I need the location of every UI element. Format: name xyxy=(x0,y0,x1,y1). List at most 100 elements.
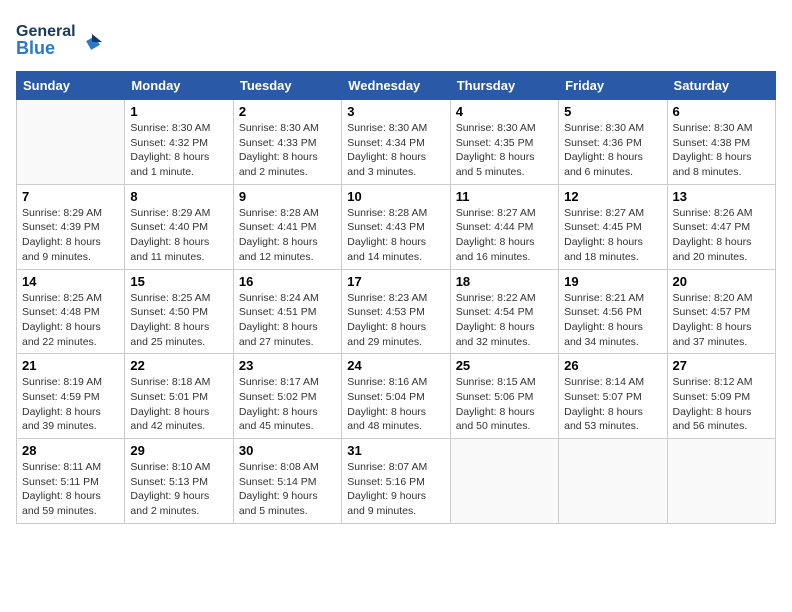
day-info: Sunrise: 8:30 AM Sunset: 4:33 PM Dayligh… xyxy=(239,121,336,180)
day-number: 17 xyxy=(347,274,444,289)
calendar-cell xyxy=(450,439,558,524)
weekday-header-tuesday: Tuesday xyxy=(233,72,341,100)
calendar-cell: 18 Sunrise: 8:22 AM Sunset: 4:54 PM Dayli… xyxy=(450,269,558,354)
day-info: Sunrise: 8:15 AM Sunset: 5:06 PM Dayligh… xyxy=(456,375,553,434)
calendar-cell xyxy=(559,439,667,524)
day-info: Sunrise: 8:23 AM Sunset: 4:53 PM Dayligh… xyxy=(347,291,444,350)
day-number: 27 xyxy=(673,358,770,373)
calendar-cell xyxy=(667,439,775,524)
weekday-header-monday: Monday xyxy=(125,72,233,100)
day-info: Sunrise: 8:16 AM Sunset: 5:04 PM Dayligh… xyxy=(347,375,444,434)
calendar-cell: 29Sunrise: 8:10 AM Sunset: 5:13 PM Dayli… xyxy=(125,439,233,524)
day-info: Sunrise: 8:28 AM Sunset: 4:43 PM Dayligh… xyxy=(347,206,444,265)
day-info: Sunrise: 8:26 AM Sunset: 4:47 PM Dayligh… xyxy=(673,206,770,265)
day-number: 2 xyxy=(239,104,336,119)
calendar-cell: 7 Sunrise: 8:29 AM Sunset: 4:39 PM Daylig… xyxy=(17,184,125,269)
day-number: 10 xyxy=(347,189,444,204)
calendar-cell: 31 Sunrise: 8:07 AM Sunset: 5:16 PM Dayli… xyxy=(342,439,450,524)
day-number: 15 xyxy=(130,274,227,289)
day-info: Sunrise: 8:30 AM Sunset: 4:34 PM Dayligh… xyxy=(347,121,444,180)
day-number: 6 xyxy=(673,104,770,119)
day-number: 30 xyxy=(239,443,336,458)
calendar-week-row: 21 Sunrise: 8:19 AM Sunset: 4:59 PM Dayli… xyxy=(17,354,776,439)
day-info: Sunrise: 8:19 AM Sunset: 4:59 PM Dayligh… xyxy=(22,375,119,434)
calendar-week-row: 14 Sunrise: 8:25 AM Sunset: 4:48 PM Dayli… xyxy=(17,269,776,354)
weekday-header-friday: Friday xyxy=(559,72,667,100)
day-number: 14 xyxy=(22,274,119,289)
day-info: Sunrise: 8:07 AM Sunset: 5:16 PM Dayligh… xyxy=(347,460,444,519)
day-info: Sunrise: 8:18 AM Sunset: 5:01 PM Dayligh… xyxy=(130,375,227,434)
day-info: Sunrise: 8:17 AM Sunset: 5:02 PM Dayligh… xyxy=(239,375,336,434)
day-number: 7 xyxy=(22,189,119,204)
day-info: Sunrise: 8:29 AM Sunset: 4:39 PM Dayligh… xyxy=(22,206,119,265)
day-info: Sunrise: 8:27 AM Sunset: 4:45 PM Dayligh… xyxy=(564,206,661,265)
day-number: 25 xyxy=(456,358,553,373)
calendar-cell: 9 Sunrise: 8:28 AM Sunset: 4:41 PM Daylig… xyxy=(233,184,341,269)
day-info: Sunrise: 8:27 AM Sunset: 4:44 PM Dayligh… xyxy=(456,206,553,265)
svg-text:Blue: Blue xyxy=(16,38,55,58)
day-number: 31 xyxy=(347,443,444,458)
day-info: Sunrise: 8:22 AM Sunset: 4:54 PM Dayligh… xyxy=(456,291,553,350)
weekday-header-row: SundayMondayTuesdayWednesdayThursdayFrid… xyxy=(17,72,776,100)
page-header: General Blue xyxy=(16,16,776,61)
calendar-cell: 23 Sunrise: 8:17 AM Sunset: 5:02 PM Dayli… xyxy=(233,354,341,439)
calendar-cell: 6 Sunrise: 8:30 AM Sunset: 4:38 PM Daylig… xyxy=(667,100,775,185)
calendar-cell: 21 Sunrise: 8:19 AM Sunset: 4:59 PM Dayli… xyxy=(17,354,125,439)
day-info: Sunrise: 8:21 AM Sunset: 4:56 PM Dayligh… xyxy=(564,291,661,350)
day-info: Sunrise: 8:25 AM Sunset: 4:48 PM Dayligh… xyxy=(22,291,119,350)
calendar-cell: 2 Sunrise: 8:30 AM Sunset: 4:33 PM Daylig… xyxy=(233,100,341,185)
calendar-cell: 10 Sunrise: 8:28 AM Sunset: 4:43 PM Dayli… xyxy=(342,184,450,269)
day-info: Sunrise: 8:29 AM Sunset: 4:40 PM Dayligh… xyxy=(130,206,227,265)
day-number: 22 xyxy=(130,358,227,373)
calendar-cell: 19Sunrise: 8:21 AM Sunset: 4:56 PM Dayli… xyxy=(559,269,667,354)
calendar-cell: 28 Sunrise: 8:11 AM Sunset: 5:11 PM Dayli… xyxy=(17,439,125,524)
weekday-header-thursday: Thursday xyxy=(450,72,558,100)
calendar-week-row: 7 Sunrise: 8:29 AM Sunset: 4:39 PM Daylig… xyxy=(17,184,776,269)
calendar-cell: 8Sunrise: 8:29 AM Sunset: 4:40 PM Daylig… xyxy=(125,184,233,269)
calendar-cell: 11Sunrise: 8:27 AM Sunset: 4:44 PM Dayli… xyxy=(450,184,558,269)
weekday-header-sunday: Sunday xyxy=(17,72,125,100)
day-info: Sunrise: 8:11 AM Sunset: 5:11 PM Dayligh… xyxy=(22,460,119,519)
day-number: 23 xyxy=(239,358,336,373)
calendar-cell: 16Sunrise: 8:24 AM Sunset: 4:51 PM Dayli… xyxy=(233,269,341,354)
day-number: 4 xyxy=(456,104,553,119)
calendar-table: SundayMondayTuesdayWednesdayThursdayFrid… xyxy=(16,71,776,524)
day-info: Sunrise: 8:25 AM Sunset: 4:50 PM Dayligh… xyxy=(130,291,227,350)
day-number: 13 xyxy=(673,189,770,204)
calendar-cell: 22 Sunrise: 8:18 AM Sunset: 5:01 PM Dayli… xyxy=(125,354,233,439)
day-info: Sunrise: 8:14 AM Sunset: 5:07 PM Dayligh… xyxy=(564,375,661,434)
calendar-cell: 26 Sunrise: 8:14 AM Sunset: 5:07 PM Dayli… xyxy=(559,354,667,439)
day-info: Sunrise: 8:30 AM Sunset: 4:36 PM Dayligh… xyxy=(564,121,661,180)
weekday-header-saturday: Saturday xyxy=(667,72,775,100)
day-number: 28 xyxy=(22,443,119,458)
day-info: Sunrise: 8:30 AM Sunset: 4:35 PM Dayligh… xyxy=(456,121,553,180)
weekday-header-wednesday: Wednesday xyxy=(342,72,450,100)
day-info: Sunrise: 8:12 AM Sunset: 5:09 PM Dayligh… xyxy=(673,375,770,434)
calendar-cell: 15 Sunrise: 8:25 AM Sunset: 4:50 PM Dayli… xyxy=(125,269,233,354)
day-number: 21 xyxy=(22,358,119,373)
calendar-cell: 12 Sunrise: 8:27 AM Sunset: 4:45 PM Dayli… xyxy=(559,184,667,269)
day-number: 3 xyxy=(347,104,444,119)
calendar-cell: 1Sunrise: 8:30 AM Sunset: 4:32 PM Daylig… xyxy=(125,100,233,185)
day-number: 5 xyxy=(564,104,661,119)
day-number: 12 xyxy=(564,189,661,204)
day-info: Sunrise: 8:30 AM Sunset: 4:38 PM Dayligh… xyxy=(673,121,770,180)
logo: General Blue xyxy=(16,16,106,61)
calendar-cell: 30Sunrise: 8:08 AM Sunset: 5:14 PM Dayli… xyxy=(233,439,341,524)
day-info: Sunrise: 8:28 AM Sunset: 4:41 PM Dayligh… xyxy=(239,206,336,265)
day-number: 9 xyxy=(239,189,336,204)
day-number: 18 xyxy=(456,274,553,289)
day-number: 24 xyxy=(347,358,444,373)
day-info: Sunrise: 8:24 AM Sunset: 4:51 PM Dayligh… xyxy=(239,291,336,350)
calendar-cell: 17 Sunrise: 8:23 AM Sunset: 4:53 PM Dayli… xyxy=(342,269,450,354)
day-number: 26 xyxy=(564,358,661,373)
day-number: 20 xyxy=(673,274,770,289)
calendar-cell: 13 Sunrise: 8:26 AM Sunset: 4:47 PM Dayli… xyxy=(667,184,775,269)
calendar-week-row: 1Sunrise: 8:30 AM Sunset: 4:32 PM Daylig… xyxy=(17,100,776,185)
calendar-cell: 20 Sunrise: 8:20 AM Sunset: 4:57 PM Dayli… xyxy=(667,269,775,354)
day-info: Sunrise: 8:20 AM Sunset: 4:57 PM Dayligh… xyxy=(673,291,770,350)
calendar-cell: 5 Sunrise: 8:30 AM Sunset: 4:36 PM Daylig… xyxy=(559,100,667,185)
calendar-cell: 4 Sunrise: 8:30 AM Sunset: 4:35 PM Daylig… xyxy=(450,100,558,185)
calendar-cell: 27 Sunrise: 8:12 AM Sunset: 5:09 PM Dayli… xyxy=(667,354,775,439)
day-number: 29 xyxy=(130,443,227,458)
